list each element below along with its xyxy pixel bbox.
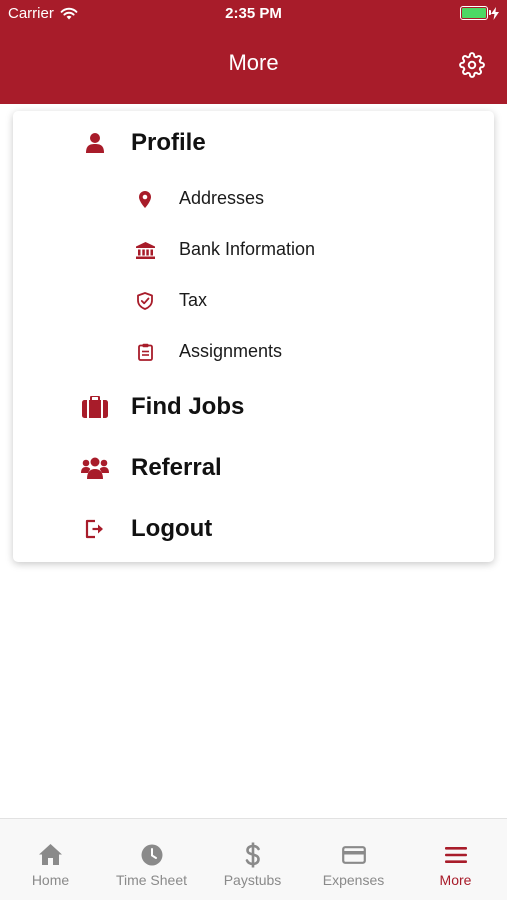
settings-button[interactable] <box>459 52 485 78</box>
menu-item-label: Referral <box>131 454 222 481</box>
shield-check-icon <box>135 291 155 311</box>
tab-label: Time Sheet <box>115 872 188 888</box>
charging-bolt-icon <box>491 6 499 20</box>
briefcase-icon <box>81 394 109 420</box>
menu-icon <box>442 841 469 868</box>
menu-item-label: Profile <box>131 129 206 156</box>
bank-icon <box>135 240 155 260</box>
tab-paystubs[interactable]: Paystubs <box>202 819 303 900</box>
tab-label: Expenses <box>322 872 385 888</box>
credit-card-icon <box>340 841 367 868</box>
app-header: Carrier 2:35 PM More <box>0 0 507 104</box>
menu-item-bank-information[interactable]: Bank Information <box>13 230 494 270</box>
clock-icon <box>138 841 165 868</box>
tab-time-sheet[interactable]: Time Sheet <box>101 819 202 900</box>
menu-item-logout[interactable]: Logout <box>13 504 494 554</box>
dollar-icon <box>239 841 266 868</box>
page-title: More <box>228 50 279 75</box>
status-time: 2:35 PM <box>225 5 282 22</box>
menu-item-tax[interactable]: Tax <box>13 281 494 321</box>
battery-indicator <box>460 6 499 20</box>
user-icon <box>81 130 109 156</box>
clipboard-icon <box>135 342 155 362</box>
menu-item-label: Addresses <box>179 188 265 208</box>
tab-label: Paystubs <box>223 872 282 888</box>
tab-home[interactable]: Home <box>0 819 101 900</box>
menu-item-label: Tax <box>179 290 208 310</box>
status-bar: Carrier 2:35 PM <box>0 0 507 28</box>
menu-item-label: Assignments <box>179 341 283 361</box>
map-pin-icon <box>135 189 155 209</box>
menu-item-label: Logout <box>131 515 213 542</box>
menu-item-label: Bank Information <box>179 239 316 259</box>
tab-label: More <box>439 872 472 888</box>
gear-icon <box>459 52 485 78</box>
tab-label: Home <box>31 872 70 888</box>
menu-item-label: Find Jobs <box>131 393 245 420</box>
more-menu-card: Profile Addresses Bank Information Tax A… <box>13 111 494 562</box>
menu-item-addresses[interactable]: Addresses <box>13 179 494 219</box>
menu-item-find-jobs[interactable]: Find Jobs <box>13 382 494 432</box>
home-icon <box>37 841 64 868</box>
users-icon <box>81 455 109 481</box>
menu-item-assignments[interactable]: Assignments <box>13 332 494 372</box>
bottom-tab-bar: Home Time Sheet Paystubs Expenses More <box>0 818 507 900</box>
menu-item-profile[interactable]: Profile <box>13 118 494 168</box>
menu-item-referral[interactable]: Referral <box>13 443 494 493</box>
battery-icon <box>460 6 491 20</box>
tab-expenses[interactable]: Expenses <box>303 819 404 900</box>
tab-more[interactable]: More <box>405 819 506 900</box>
logout-icon <box>81 516 109 542</box>
